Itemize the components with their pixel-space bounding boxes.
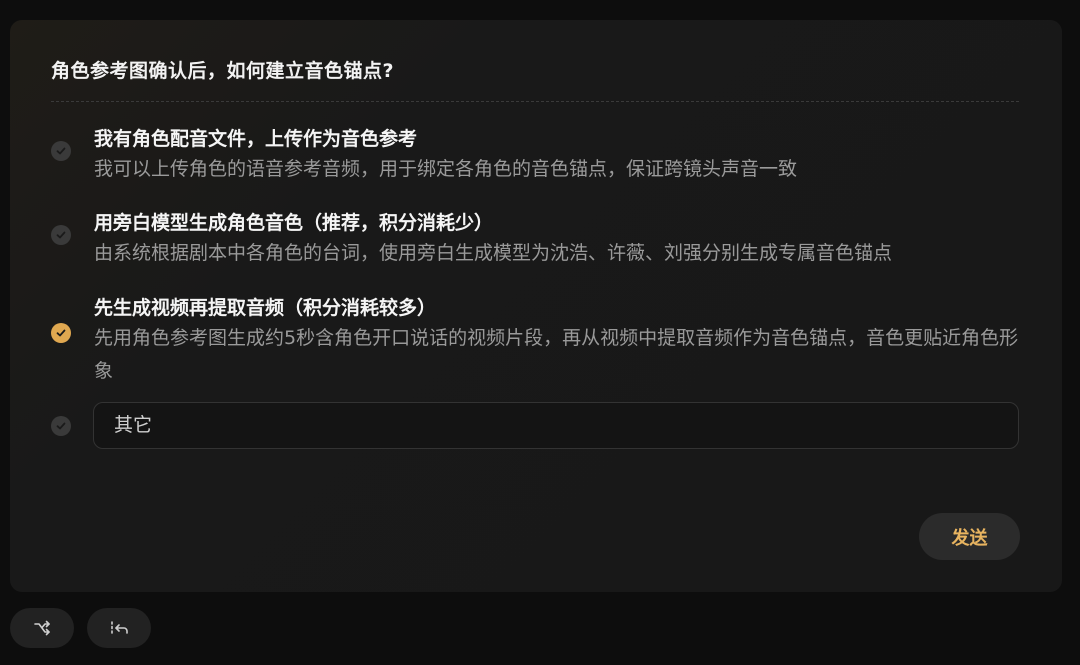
other-input[interactable]: 其它 [93, 402, 1019, 449]
send-button[interactable]: 发送 [919, 513, 1020, 560]
check-icon [51, 225, 71, 245]
check-icon[interactable] [51, 416, 71, 436]
shuffle-button[interactable] [10, 608, 74, 648]
check-icon [51, 141, 71, 161]
divider [51, 101, 1019, 102]
option-description: 先用角色参考图生成约5秒含角色开口说话的视频片段，再从视频中提取音频作为音色锚点… [94, 327, 1019, 382]
option-description: 由系统根据剧本中各角色的台词，使用旁白生成模型为沈浩、许薇、刘强分别生成专属音色… [94, 242, 893, 264]
question-card: 角色参考图确认后，如何建立音色锚点? 我有角色配音文件，上传作为音色参考 我可以… [10, 20, 1062, 592]
undo-icon [111, 621, 128, 635]
option-upload-voice[interactable]: 我有角色配音文件，上传作为音色参考 我可以上传角色的语音参考音频，用于绑定各角色… [51, 124, 1019, 184]
question-title: 角色参考图确认后，如何建立音色锚点? [51, 60, 395, 82]
option-narrator-model[interactable]: 用旁白模型生成角色音色（推荐，积分消耗少） 由系统根据剧本中各角色的台词，使用旁… [51, 208, 1019, 268]
option-title: 先生成视频再提取音频（积分消耗较多） [94, 297, 437, 319]
check-icon [51, 323, 71, 343]
option-title: 我有角色配音文件，上传作为音色参考 [94, 128, 418, 150]
undo-button[interactable] [87, 608, 151, 648]
option-description: 我可以上传角色的语音参考音频，用于绑定各角色的音色锚点，保证跨镜头声音一致 [94, 158, 798, 180]
option-title: 用旁白模型生成角色音色（推荐，积分消耗少） [94, 212, 494, 234]
option-extract-from-video[interactable]: 先生成视频再提取音频（积分消耗较多） 先用角色参考图生成约5秒含角色开口说话的视… [51, 293, 1019, 383]
shuffle-icon [34, 620, 50, 636]
